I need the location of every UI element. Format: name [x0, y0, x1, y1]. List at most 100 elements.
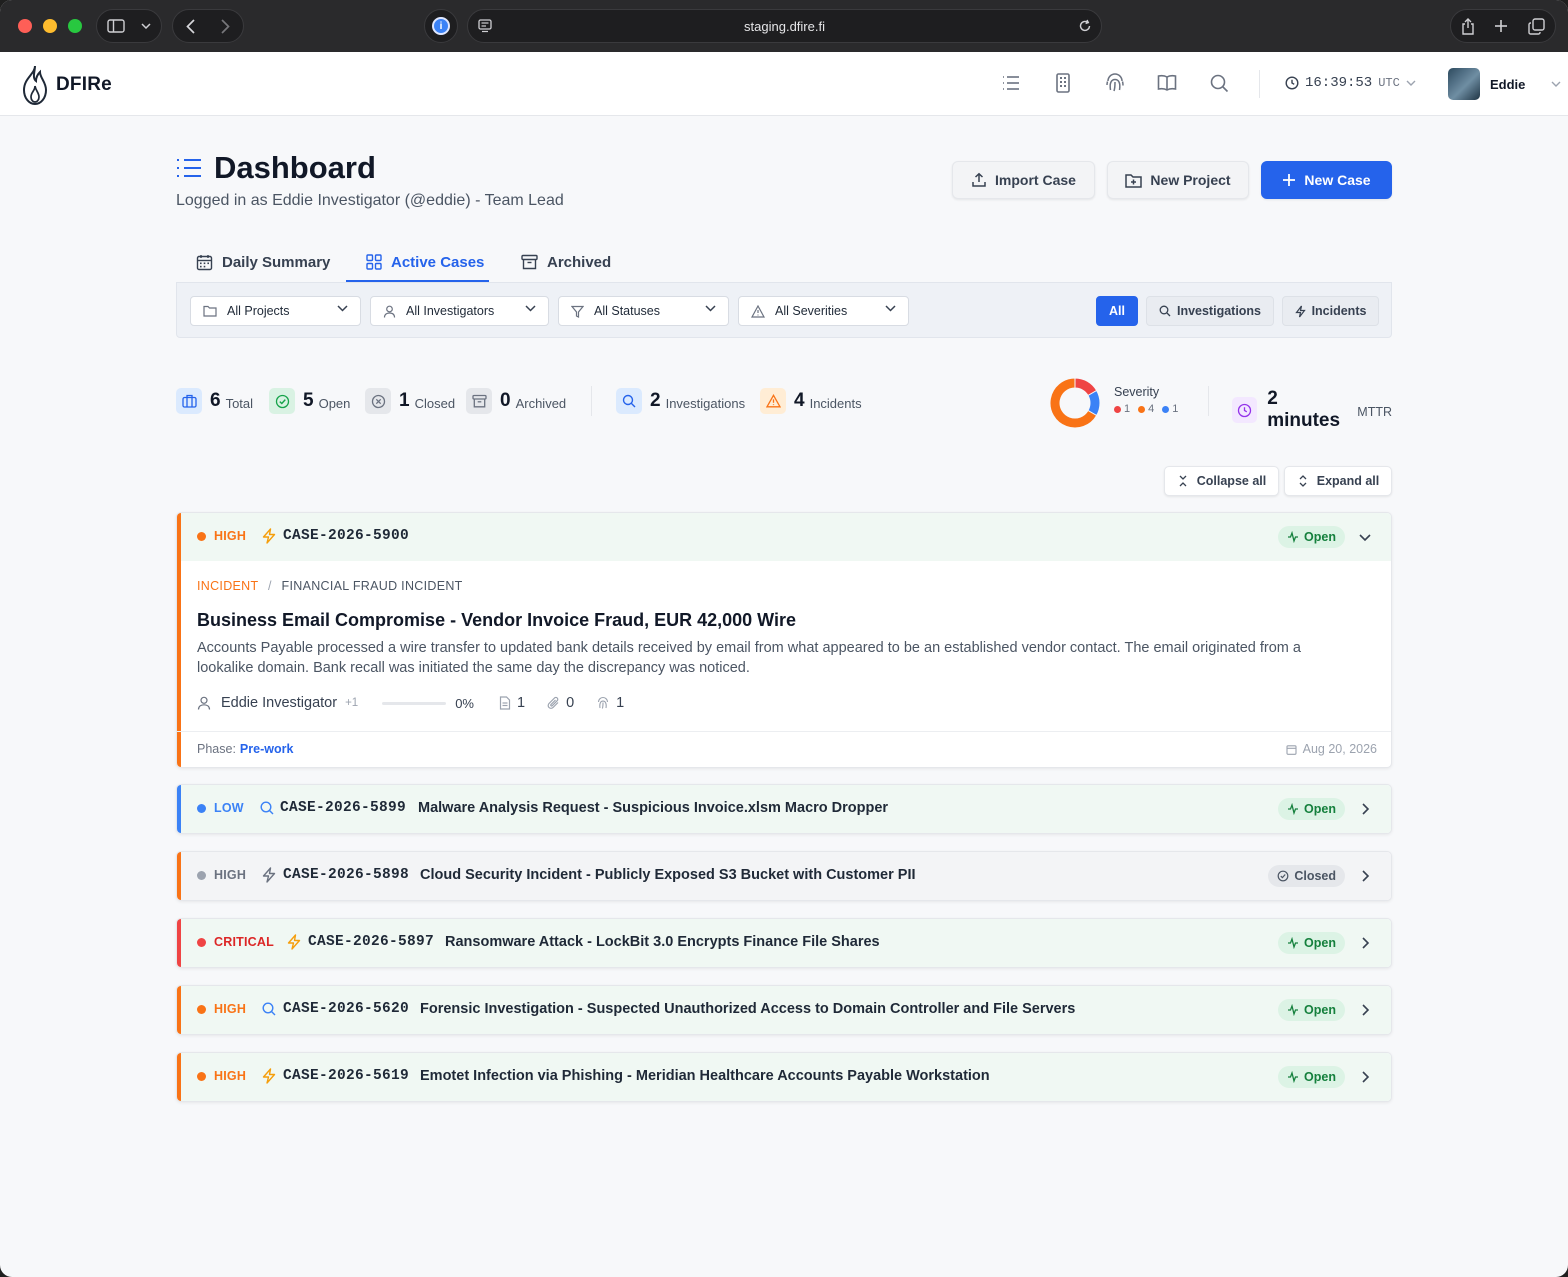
avatar — [1448, 68, 1480, 100]
case-title[interactable]: Business Email Compromise - Vendor Invoi… — [197, 610, 796, 631]
close-window-button[interactable] — [18, 19, 32, 33]
chevron-down-icon — [525, 305, 536, 312]
collapse-all-button[interactable]: Collapse all — [1164, 466, 1279, 496]
fingerprint-icon[interactable] — [1104, 72, 1126, 94]
status-text: Open — [1304, 802, 1336, 816]
share-icon[interactable] — [1461, 17, 1475, 35]
status-badge: Open — [1278, 798, 1345, 820]
stat-total-value: 6 — [210, 390, 221, 411]
search-icon[interactable] — [1208, 72, 1230, 94]
case-card[interactable]: HIGH CASE-2026-5619 Emotet Infection via… — [176, 1052, 1392, 1102]
user-menu[interactable]: Eddie — [1448, 68, 1561, 100]
case-title: Ransomware Attack - LockBit 3.0 Encrypts… — [445, 934, 880, 950]
import-case-button[interactable]: Import Case — [952, 161, 1095, 199]
stat-incidents-label: Incidents — [809, 395, 862, 411]
plus-icon — [1283, 174, 1296, 186]
header-nav — [1000, 72, 1230, 94]
search-icon — [616, 388, 642, 414]
url-text: staging.dfire.fi — [744, 19, 825, 34]
severity-legend-low: 1 — [1162, 403, 1178, 415]
back-icon[interactable] — [173, 18, 208, 34]
new-tab-icon[interactable] — [1494, 19, 1508, 33]
book-icon[interactable] — [1156, 72, 1178, 94]
severity-filter-select[interactable]: All Severities — [738, 296, 909, 326]
case-card[interactable]: HIGH CASE-2026-5900 Open INCIDENT / FINA… — [176, 512, 1392, 768]
expand-all-label: Expand all — [1316, 474, 1380, 488]
search-icon — [262, 1002, 276, 1016]
zoom-window-button[interactable] — [68, 19, 82, 33]
severity-dot-icon — [197, 870, 206, 880]
case-id: CASE-2026-5900 — [283, 528, 410, 544]
type-filter-incidents[interactable]: Incidents — [1282, 296, 1379, 326]
chevron-right-icon[interactable] — [1357, 1002, 1373, 1018]
severity-dot-icon — [197, 803, 206, 813]
case-card[interactable]: HIGH CASE-2026-5620 Forensic Investigati… — [176, 985, 1392, 1035]
forward-icon[interactable] — [208, 18, 243, 34]
reload-icon[interactable] — [1078, 19, 1092, 38]
severity-dot-icon — [197, 1071, 206, 1081]
severity-dot-icon — [197, 531, 206, 541]
case-card-header[interactable]: HIGH CASE-2026-5900 Open — [177, 513, 1391, 561]
utc-clock[interactable]: 16:39:53 UTC — [1285, 75, 1416, 91]
list-icon[interactable] — [1000, 72, 1022, 94]
chevron-right-icon[interactable] — [1357, 801, 1373, 817]
case-id: CASE-2026-5899 — [280, 800, 407, 816]
status-filter-select[interactable]: All Statuses — [558, 296, 729, 326]
case-card[interactable]: LOW CASE-2026-5899 Malware Analysis Requ… — [176, 784, 1392, 834]
tab-overview-icon[interactable] — [1528, 17, 1545, 35]
investigator-filter-select[interactable]: All Investigators — [370, 296, 549, 326]
page-header: Dashboard — [176, 150, 376, 186]
case-notes-count: 1 — [517, 695, 526, 711]
case-assignee-extra: +1 — [345, 697, 359, 709]
app-logo[interactable]: DFIRe — [18, 64, 112, 106]
type-filter-all[interactable]: All — [1096, 296, 1138, 326]
severity-label: Severity — [1114, 385, 1160, 399]
sidebar-toggle-icon[interactable] — [97, 19, 135, 33]
chevron-down-icon — [705, 305, 716, 312]
type-filter-investigations[interactable]: Investigations — [1146, 296, 1274, 326]
tab-label: Active Cases — [391, 253, 485, 271]
chevron-down-icon[interactable] — [1357, 529, 1373, 545]
x-circle-icon — [365, 388, 391, 414]
tab-daily-summary[interactable]: Daily Summary — [196, 242, 330, 282]
chevron-right-icon[interactable] — [1357, 935, 1373, 951]
building-icon[interactable] — [1052, 72, 1074, 94]
briefcase-icon — [176, 388, 202, 414]
case-card-header[interactable]: HIGH CASE-2026-5619 Emotet Infection via… — [177, 1053, 1391, 1101]
document-icon — [499, 696, 511, 710]
stat-open-label: Open — [318, 395, 351, 411]
case-card[interactable]: HIGH CASE-2026-5898 Cloud Security Incid… — [176, 851, 1392, 901]
folder-plus-icon — [1125, 173, 1143, 188]
logo-text: DFIRe — [56, 74, 112, 95]
clock-time: 16:39:53 — [1305, 75, 1373, 91]
clock-icon — [1285, 76, 1299, 90]
case-title: Forensic Investigation - Suspected Unaut… — [420, 1001, 1076, 1017]
chevron-down-icon[interactable] — [135, 23, 157, 29]
case-card-header[interactable]: CRITICAL CASE-2026-5897 Ransomware Attac… — [177, 919, 1391, 967]
filter-icon — [571, 305, 584, 318]
case-card[interactable]: CRITICAL CASE-2026-5897 Ransomware Attac… — [176, 918, 1392, 968]
lightning-icon — [1294, 305, 1306, 317]
case-card-header[interactable]: HIGH CASE-2026-5898 Cloud Security Incid… — [177, 852, 1391, 900]
project-filter-select[interactable]: All Projects — [190, 296, 361, 326]
chevron-right-icon[interactable] — [1357, 868, 1373, 884]
new-case-button[interactable]: New Case — [1261, 161, 1392, 199]
address-bar[interactable]: staging.dfire.fi — [467, 9, 1102, 43]
stat-closed-value: 1 — [399, 390, 410, 411]
expand-all-button[interactable]: Expand all — [1284, 466, 1392, 496]
status-badge: Open — [1278, 1066, 1345, 1088]
case-card-header[interactable]: HIGH CASE-2026-5620 Forensic Investigati… — [177, 986, 1391, 1034]
tab-active-cases[interactable]: Active Cases — [366, 242, 484, 282]
severity-bar — [177, 513, 181, 767]
minimize-window-button[interactable] — [43, 19, 57, 33]
case-category-label: FINANCIAL FRAUD INCIDENT — [281, 579, 463, 593]
new-project-button[interactable]: New Project — [1107, 161, 1249, 199]
chevron-right-icon[interactable] — [1357, 1069, 1373, 1085]
stat-closed-label: Closed — [414, 395, 456, 411]
flame-icon — [22, 65, 48, 106]
tab-archived[interactable]: Archived — [521, 242, 611, 282]
case-card-header[interactable]: LOW CASE-2026-5899 Malware Analysis Requ… — [177, 785, 1391, 833]
phase-value[interactable]: Pre-work — [240, 742, 294, 756]
paperclip-icon — [547, 696, 559, 709]
password-manager-button[interactable]: i — [424, 9, 458, 43]
